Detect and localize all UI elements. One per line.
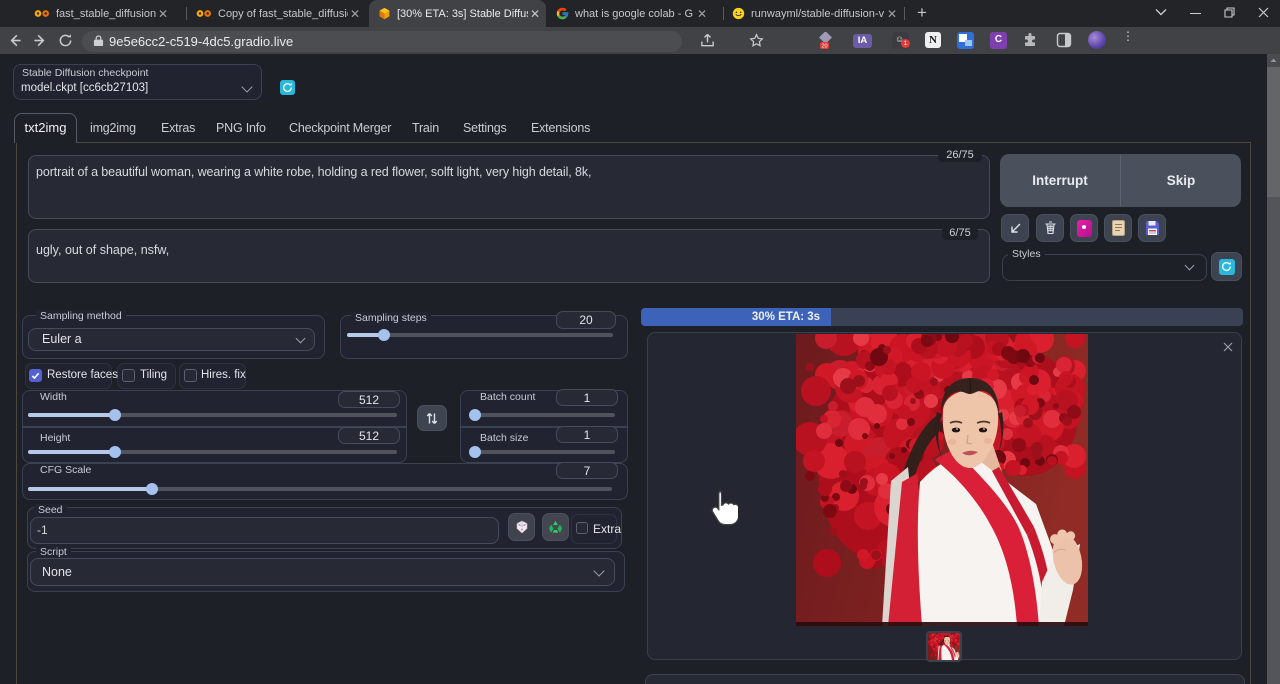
svg-text:20: 20 xyxy=(821,44,827,49)
